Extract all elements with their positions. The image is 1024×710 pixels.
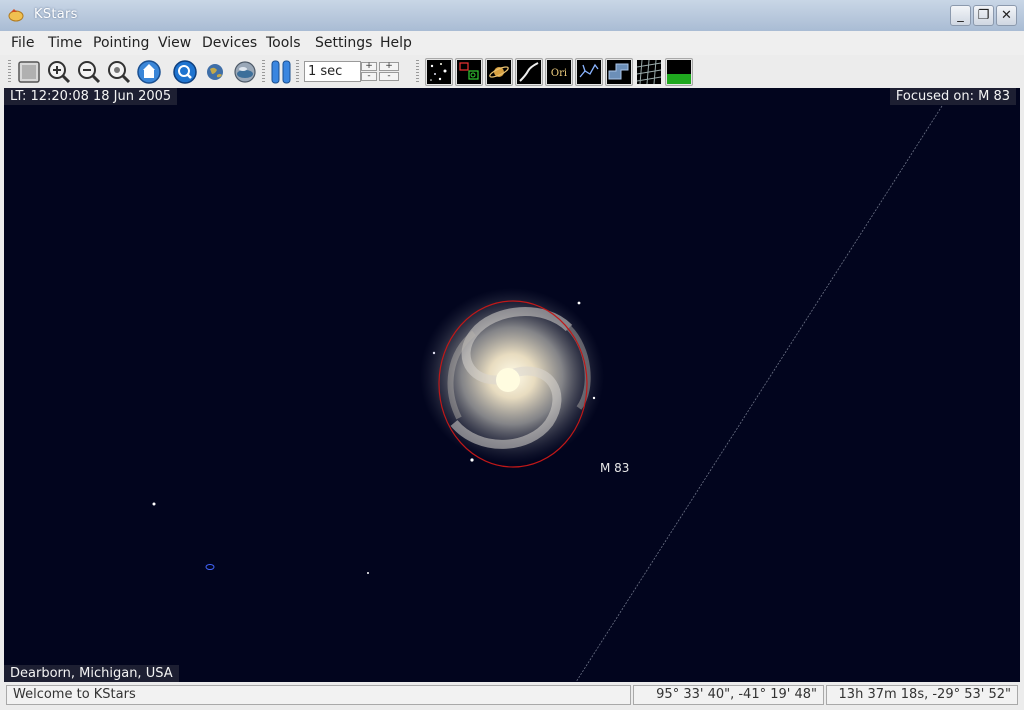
- time-unit-up-button[interactable]: +: [379, 62, 399, 71]
- close-icon: ✕: [1001, 8, 1012, 23]
- menu-pointing[interactable]: Pointing: [93, 35, 149, 51]
- deep-sky-icon: [457, 60, 481, 84]
- find-object-icon: [173, 60, 197, 84]
- restore-button[interactable]: ❐: [973, 5, 994, 26]
- stars-icon: [427, 60, 451, 84]
- zoom-out-icon: [78, 61, 101, 84]
- menu-file[interactable]: File: [11, 35, 34, 51]
- zoom-default-icon: [108, 61, 131, 84]
- zoom-in-button[interactable]: [46, 59, 72, 85]
- toggle-solar-system-button[interactable]: [485, 58, 513, 86]
- star[interactable]: [367, 572, 369, 574]
- menu-help[interactable]: Help: [380, 35, 412, 51]
- time-unit-down-button[interactable]: -: [379, 72, 399, 81]
- zoom-out-button[interactable]: [76, 59, 102, 85]
- pause-icon: [271, 60, 291, 84]
- ecliptic-line: [575, 105, 943, 682]
- sky-map[interactable]: LT: 12:20:08 18 Jun 2005 Focused on: M 8…: [4, 88, 1020, 682]
- constellation-names-icon: Ori: [547, 60, 571, 84]
- close-button[interactable]: ✕: [996, 5, 1017, 26]
- star[interactable]: [152, 502, 156, 506]
- restore-icon: ❐: [977, 8, 990, 23]
- toggle-coordinate-grid-button[interactable]: [636, 59, 662, 85]
- time-step-up-button[interactable]: +: [361, 62, 377, 71]
- milky-way-icon: [517, 60, 541, 84]
- radec-coordinates: 13h 37m 18s, -29° 53' 52": [826, 685, 1018, 705]
- zoom-in-icon: [48, 61, 71, 84]
- focus-object-display: Focused on: M 83: [889, 88, 1016, 105]
- coordinate-grid-icon: [636, 59, 662, 85]
- constellation-lines-icon: [577, 60, 601, 84]
- toolbar-grip[interactable]: [8, 60, 11, 84]
- svg-text:Ori: Ori: [551, 68, 567, 79]
- menu-bar: File Time Pointing View Devices Tools Se…: [0, 31, 1024, 55]
- minimize-icon: _: [957, 8, 964, 23]
- stop-icon: [18, 61, 40, 83]
- toggle-constellation-lines-button[interactable]: [575, 58, 603, 86]
- time-step-input[interactable]: 1 sec: [304, 61, 361, 82]
- menu-devices[interactable]: Devices: [202, 35, 257, 51]
- equatorial-coords-button[interactable]: [202, 59, 228, 85]
- minimize-button[interactable]: _: [950, 5, 971, 26]
- constellation-boundaries-icon: [607, 60, 631, 84]
- toggle-constellation-names-button[interactable]: Ori: [545, 58, 573, 86]
- toggle-ground-button[interactable]: [665, 58, 693, 86]
- menu-time[interactable]: Time: [48, 35, 82, 51]
- status-message: Welcome to KStars: [6, 685, 631, 705]
- toggle-milky-way-button[interactable]: [515, 58, 543, 86]
- small-galaxy-marker[interactable]: [205, 564, 215, 570]
- zenith-icon: [137, 60, 161, 84]
- window-title: KStars: [34, 7, 78, 22]
- menu-view[interactable]: View: [158, 35, 191, 51]
- toggle-deep-sky-button[interactable]: [455, 58, 483, 86]
- toggle-stars-button[interactable]: [425, 58, 453, 86]
- toolbar-grip[interactable]: [416, 60, 419, 84]
- find-object-button[interactable]: [172, 59, 198, 85]
- zoom-default-button[interactable]: [106, 59, 132, 85]
- horizontal-globe-icon: [234, 61, 256, 83]
- equatorial-earth-icon: [207, 64, 223, 80]
- local-time-display: LT: 12:20:08 18 Jun 2005: [4, 88, 178, 105]
- toolbar-grip[interactable]: [296, 60, 299, 84]
- menu-tools[interactable]: Tools: [266, 35, 301, 51]
- toggle-constellation-boundaries-button[interactable]: [605, 58, 633, 86]
- status-bar: Welcome to KStars 95° 33' 40", -41° 19' …: [0, 682, 1024, 710]
- altaz-coordinates: 95° 33' 40", -41° 19' 48": [633, 685, 824, 705]
- sky-canvas: [152, 105, 943, 682]
- stop-button[interactable]: [16, 59, 42, 85]
- m83-galaxy-image[interactable]: [420, 288, 604, 464]
- pause-button[interactable]: [268, 59, 294, 85]
- horizontal-coords-button[interactable]: [232, 59, 258, 85]
- solar-system-icon: [487, 60, 511, 84]
- object-label-m83[interactable]: M 83: [600, 461, 629, 475]
- zenith-button[interactable]: [136, 59, 162, 85]
- ground-icon: [667, 60, 691, 84]
- toolbar-grip[interactable]: [262, 60, 265, 84]
- title-bar: KStars _ ❐ ✕: [0, 0, 1024, 32]
- location-display: Dearborn, Michigan, USA: [4, 665, 179, 682]
- time-step-down-button[interactable]: -: [361, 72, 377, 81]
- menu-settings[interactable]: Settings: [315, 35, 372, 51]
- kstars-app-icon: [8, 9, 24, 22]
